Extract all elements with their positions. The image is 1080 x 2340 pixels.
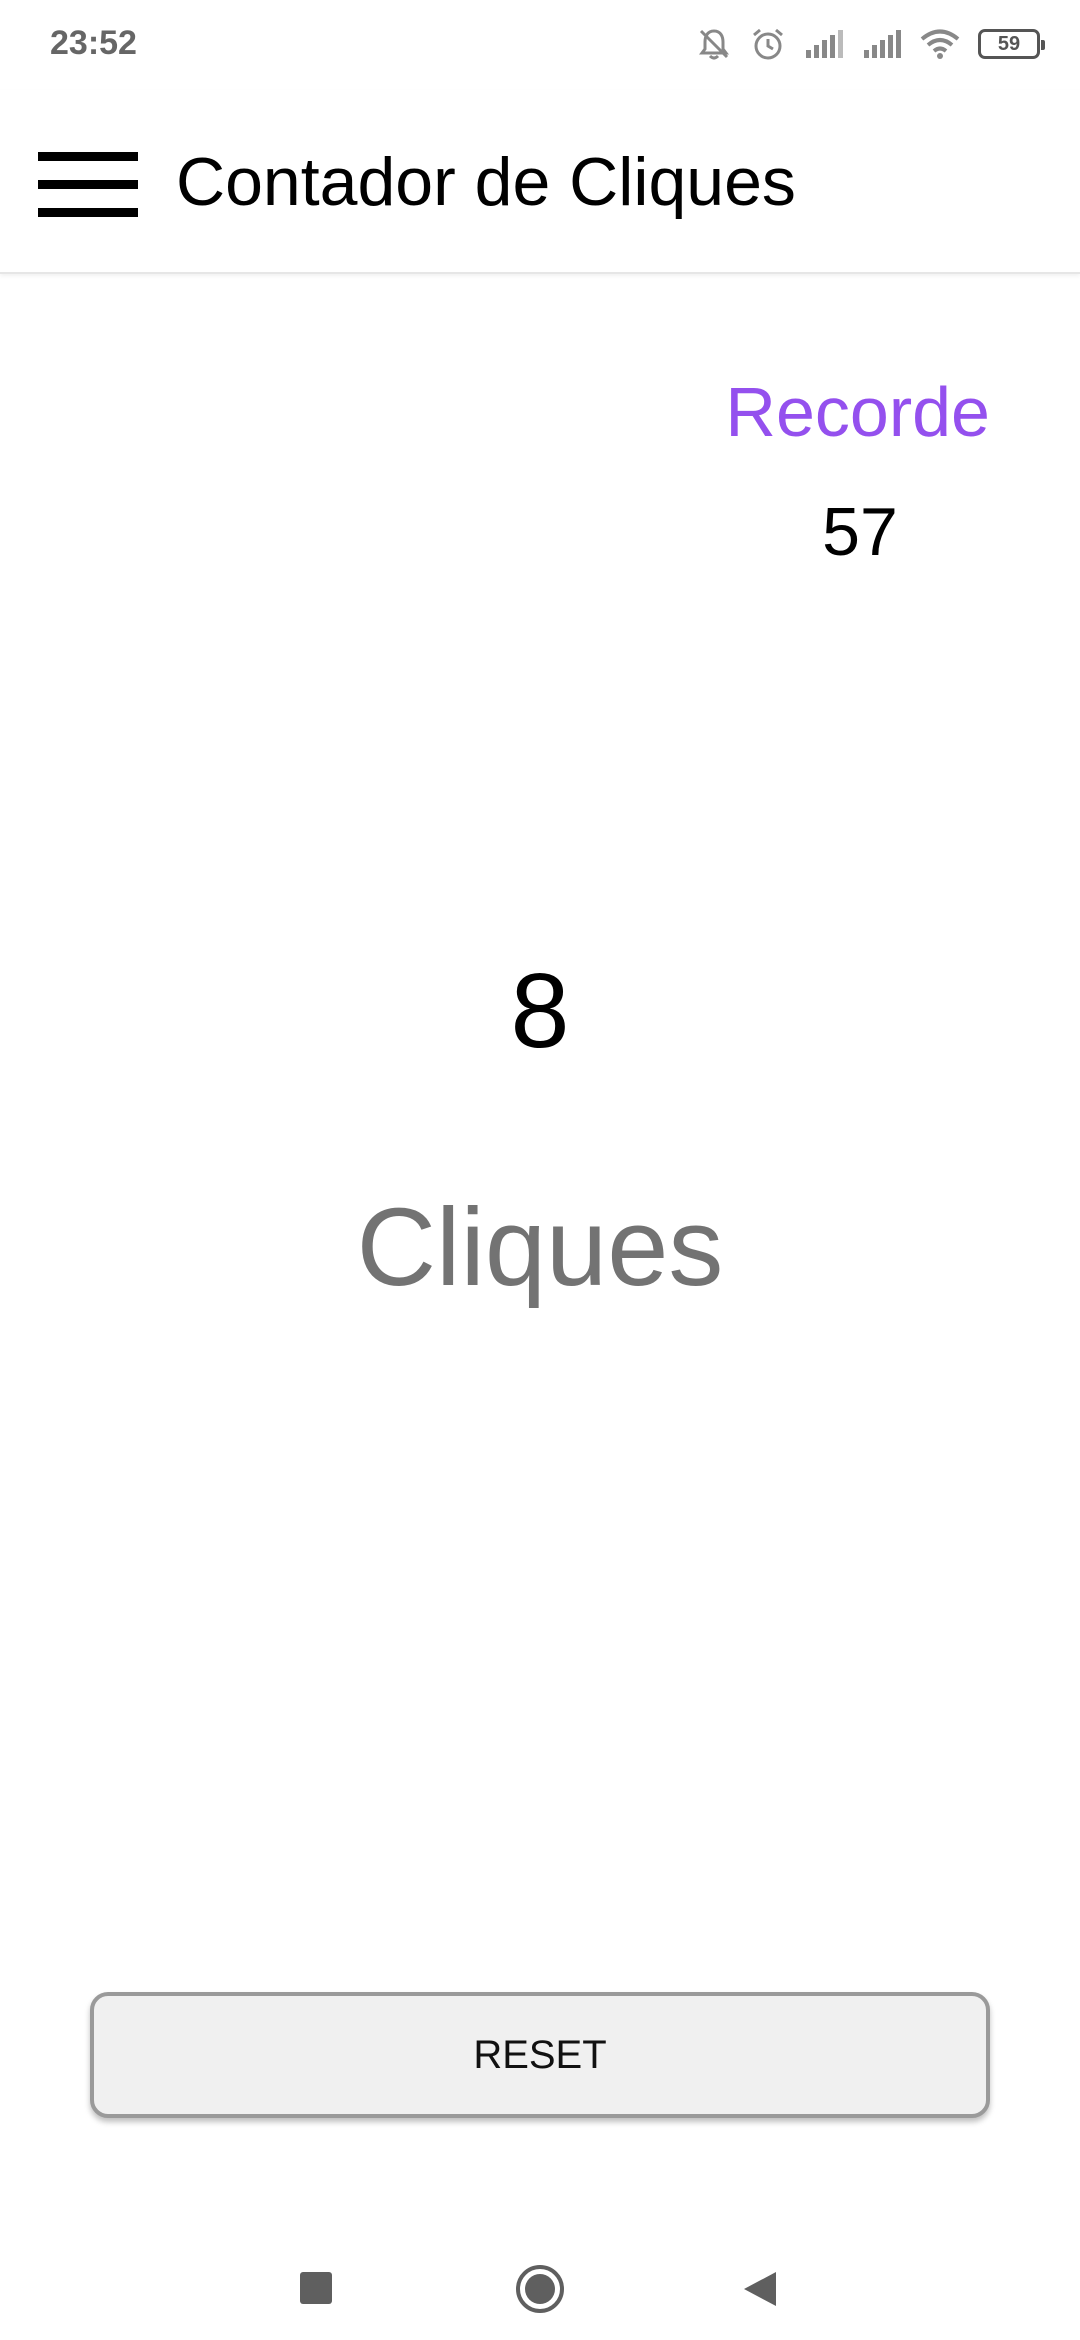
hamburger-menu-icon[interactable]	[38, 152, 138, 217]
home-circle-icon[interactable]	[515, 2264, 565, 2314]
status-time: 23:52	[50, 24, 137, 62]
navigation-bar	[0, 2220, 1080, 2340]
wifi-icon	[920, 28, 960, 60]
click-count-value: 8	[510, 952, 570, 1070]
signal-icon	[862, 28, 902, 60]
reset-button[interactable]: RESET	[90, 1992, 990, 2118]
app-screen: 23:52 59 Contador de Cliques Recorde 57 …	[0, 0, 1080, 2340]
recents-square-icon[interactable]	[300, 2272, 332, 2304]
app-bar: Contador de Cliques	[0, 90, 1080, 274]
record-label: Recorde	[725, 373, 990, 451]
app-title: Contador de Cliques	[176, 144, 796, 220]
click-count-label: Cliques	[356, 1186, 724, 1309]
status-bar: 23:52 59	[0, 0, 1080, 90]
battery-icon: 59	[978, 29, 1045, 59]
alarm-icon	[750, 26, 786, 62]
notifications-off-icon	[696, 26, 732, 62]
signal-icon	[804, 28, 844, 60]
back-triangle-icon[interactable]	[742, 2270, 778, 2308]
record-value: 57	[822, 494, 898, 570]
status-icons: 59	[696, 26, 1045, 62]
